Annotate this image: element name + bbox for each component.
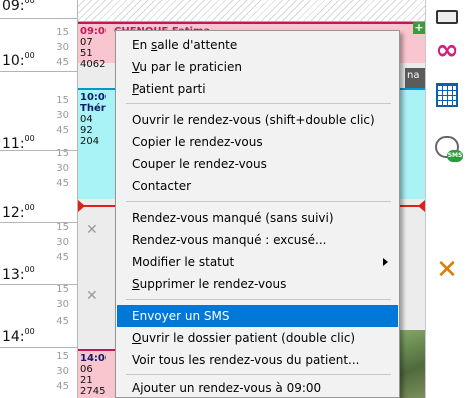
add-appointment-button[interactable]: + bbox=[413, 22, 425, 34]
printer-icon[interactable] bbox=[432, 2, 462, 32]
menu-item-couper-rdv[interactable]: Couper le rendez-vous bbox=[117, 153, 398, 175]
menu-item-copier-rdv[interactable]: Copier le rendez-vous bbox=[117, 131, 398, 153]
link-icon[interactable]: ∞ bbox=[432, 33, 462, 66]
menu-item-ouvrir-rdv[interactable]: Ouvrir le rendez-vous (shift+double clic… bbox=[117, 109, 398, 131]
appointment-ref: 204 bbox=[80, 136, 100, 147]
menu-item-modifier-statut[interactable]: Modifier le statut bbox=[117, 251, 398, 273]
hour-label-13: 13:00 bbox=[2, 265, 35, 283]
menu-separator bbox=[126, 103, 391, 104]
hour-divider bbox=[0, 222, 77, 223]
context-menu: En salle d'attente Vu par le praticien P… bbox=[115, 30, 400, 398]
quarter-label: 15 bbox=[56, 284, 69, 295]
appointment-ref: 2745 bbox=[80, 386, 106, 397]
menu-separator bbox=[126, 201, 391, 202]
hour-label-12: 12:00 bbox=[2, 203, 35, 221]
appointment-phone: 04 92 bbox=[80, 114, 93, 136]
appointment-time: 10:00 bbox=[80, 92, 106, 103]
quarter-label: 30 bbox=[56, 237, 69, 248]
menu-item-voir-tous-rdv[interactable]: Voir tous les rendez-vous du patient... bbox=[117, 349, 398, 371]
hour-divider bbox=[0, 284, 77, 285]
close-icon[interactable]: ✕ bbox=[86, 222, 98, 238]
menu-item-rdv-manque[interactable]: Rendez-vous manqué (sans suivi) bbox=[117, 207, 398, 229]
quarter-label: 45 bbox=[56, 316, 69, 327]
menu-separator bbox=[126, 374, 391, 375]
tools-icon[interactable]: ✕ bbox=[432, 255, 462, 285]
hour-divider bbox=[0, 18, 77, 19]
menu-item-salle-attente[interactable]: En salle d'attente bbox=[117, 34, 398, 56]
quarter-label: 15 bbox=[56, 222, 69, 233]
right-toolbar: ∞ SMS ✕ bbox=[425, 0, 468, 398]
quarter-label: 45 bbox=[56, 57, 69, 68]
hour-label-14: 14:00 bbox=[2, 327, 35, 345]
menu-item-vu-par-praticien[interactable]: Vu par le praticien bbox=[117, 56, 398, 78]
appointment-phone: 06 21 bbox=[80, 364, 93, 386]
menu-item-patient-parti[interactable]: Patient parti bbox=[117, 78, 398, 100]
menu-item-contacter[interactable]: Contacter bbox=[117, 175, 398, 197]
current-time-marker-right bbox=[418, 200, 425, 212]
menu-item-envoyer-sms[interactable]: Envoyer un SMS bbox=[117, 305, 398, 327]
appointment-time: 14:00 bbox=[80, 353, 106, 364]
hour-divider bbox=[0, 71, 77, 72]
hour-divider bbox=[0, 150, 77, 151]
hour-label-09: 09:00 bbox=[2, 0, 35, 14]
hour-label-10: 10:00 bbox=[2, 51, 35, 69]
time-gutter: 09:00 15 30 45 10:00 15 30 45 11:00 15 3… bbox=[0, 0, 78, 398]
quarter-label: 15 bbox=[56, 95, 69, 106]
quarter-label: 45 bbox=[56, 125, 69, 136]
quarter-label: 45 bbox=[56, 252, 69, 263]
menu-separator bbox=[126, 299, 391, 300]
appointment-phone: 07 51 bbox=[80, 37, 93, 59]
quarter-label: 15 bbox=[56, 27, 69, 38]
quarter-label: 30 bbox=[56, 163, 69, 174]
appointment-patient-name: Théré bbox=[80, 103, 106, 114]
quarter-label: 45 bbox=[56, 178, 69, 189]
appointment-ref: 4062 bbox=[80, 59, 106, 70]
quarter-label: 45 bbox=[56, 381, 69, 392]
sms-icon[interactable]: SMS bbox=[432, 132, 463, 162]
quarter-label: 30 bbox=[56, 366, 69, 377]
quarter-label: 30 bbox=[56, 42, 69, 53]
menu-item-supprimer-rdv[interactable]: Supprimer le rendez-vous bbox=[117, 273, 398, 295]
menu-item-ajouter-rdv[interactable]: Ajouter un rendez-vous à 09:00 bbox=[117, 377, 398, 398]
hour-divider bbox=[0, 347, 77, 348]
blocked-slot bbox=[78, 0, 425, 22]
menu-item-ouvrir-dossier[interactable]: Ouvrir le dossier patient (double clic) bbox=[117, 327, 398, 349]
menu-item-rdv-manque-excuse[interactable]: Rendez-vous manqué : excusé... bbox=[117, 229, 398, 251]
quarter-label: 30 bbox=[56, 110, 69, 121]
quarter-label: 30 bbox=[56, 299, 69, 310]
appointment-time: 09:00 bbox=[80, 26, 106, 37]
close-icon[interactable]: ✕ bbox=[86, 288, 98, 304]
submenu-arrow-icon bbox=[383, 258, 388, 266]
current-time-marker-left bbox=[78, 200, 85, 212]
calendar-grid-icon[interactable] bbox=[432, 80, 462, 110]
quarter-label: 15 bbox=[56, 351, 69, 362]
